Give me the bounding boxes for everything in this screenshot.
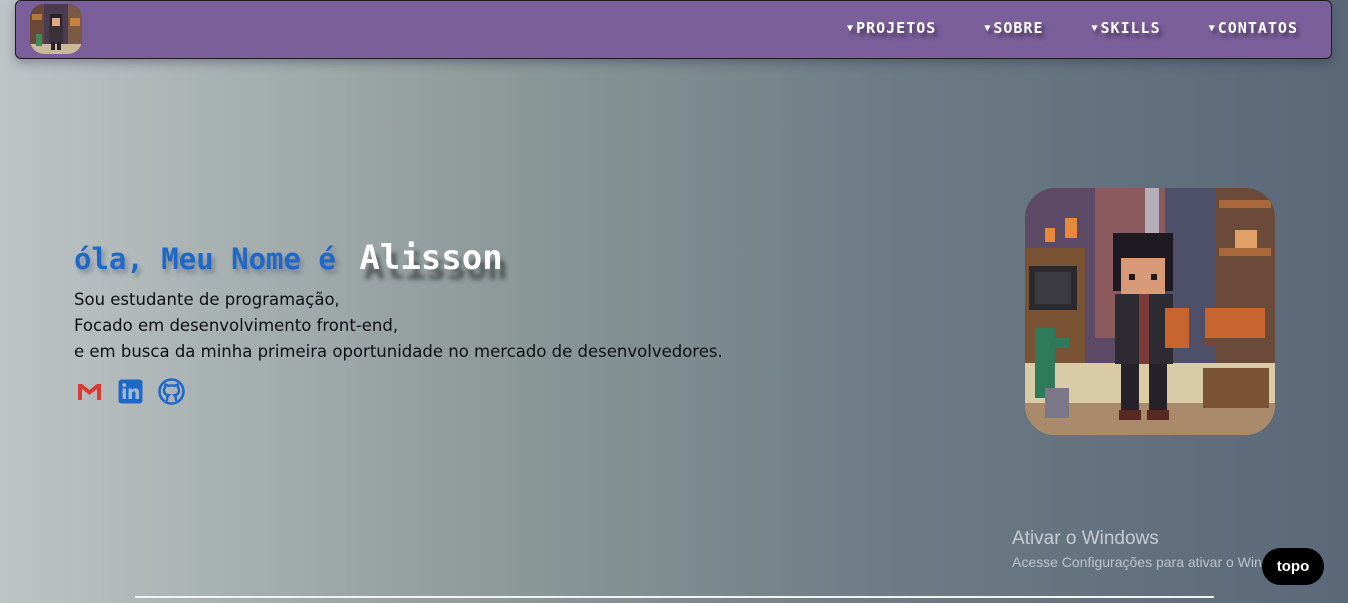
- nav-item-label: SOBRE: [993, 19, 1044, 37]
- windows-activation-subtitle: Acesse Configurações para ativar o Windo…: [1012, 554, 1299, 570]
- caret-down-icon: ▼: [1091, 22, 1099, 34]
- description-line: Sou estudante de programação,: [74, 290, 340, 309]
- nav-item-projetos[interactable]: ▼ PROJETOS: [847, 19, 936, 37]
- description-line: Focado em desenvolvimento front-end,: [74, 316, 399, 335]
- nav-item-label: PROJETOS: [856, 19, 937, 37]
- hero-title: óla, Meu Nome é Alisson: [74, 238, 503, 278]
- github-icon[interactable]: [158, 378, 185, 405]
- navbar: ▼ PROJETOS ▼ SOBRE ▼ SKILLS ▼ CONTATOS: [15, 0, 1332, 59]
- caret-down-icon: ▼: [1208, 22, 1216, 34]
- section-divider: [135, 596, 1214, 598]
- caret-down-icon: ▼: [984, 22, 992, 34]
- nav-item-label: CONTATOS: [1217, 19, 1298, 37]
- nav-item-label: SKILLS: [1100, 19, 1161, 37]
- hero-greeting: óla, Meu Nome é: [74, 242, 336, 276]
- linkedin-icon[interactable]: [117, 378, 144, 405]
- hero-name: Alisson: [359, 238, 503, 278]
- nav-item-skills[interactable]: ▼ SKILLS: [1092, 19, 1161, 37]
- profile-image: [1025, 188, 1275, 435]
- caret-down-icon: ▼: [847, 22, 855, 34]
- gmail-icon[interactable]: [76, 378, 103, 405]
- nav-item-contatos[interactable]: ▼ CONTATOS: [1209, 19, 1298, 37]
- windows-activation-title: Ativar o Windows: [1012, 528, 1159, 549]
- nav-menu: ▼ PROJETOS ▼ SOBRE ▼ SKILLS ▼ CONTATOS: [799, 19, 1298, 37]
- social-links: [76, 378, 185, 405]
- nav-item-sobre[interactable]: ▼ SOBRE: [984, 19, 1043, 37]
- back-to-top-button[interactable]: topo: [1262, 548, 1324, 585]
- logo-avatar[interactable]: [30, 4, 82, 54]
- description-line: e em busca da minha primeira oportunidad…: [74, 342, 723, 361]
- hero-description: Sou estudante de programação, Focado em …: [74, 287, 723, 365]
